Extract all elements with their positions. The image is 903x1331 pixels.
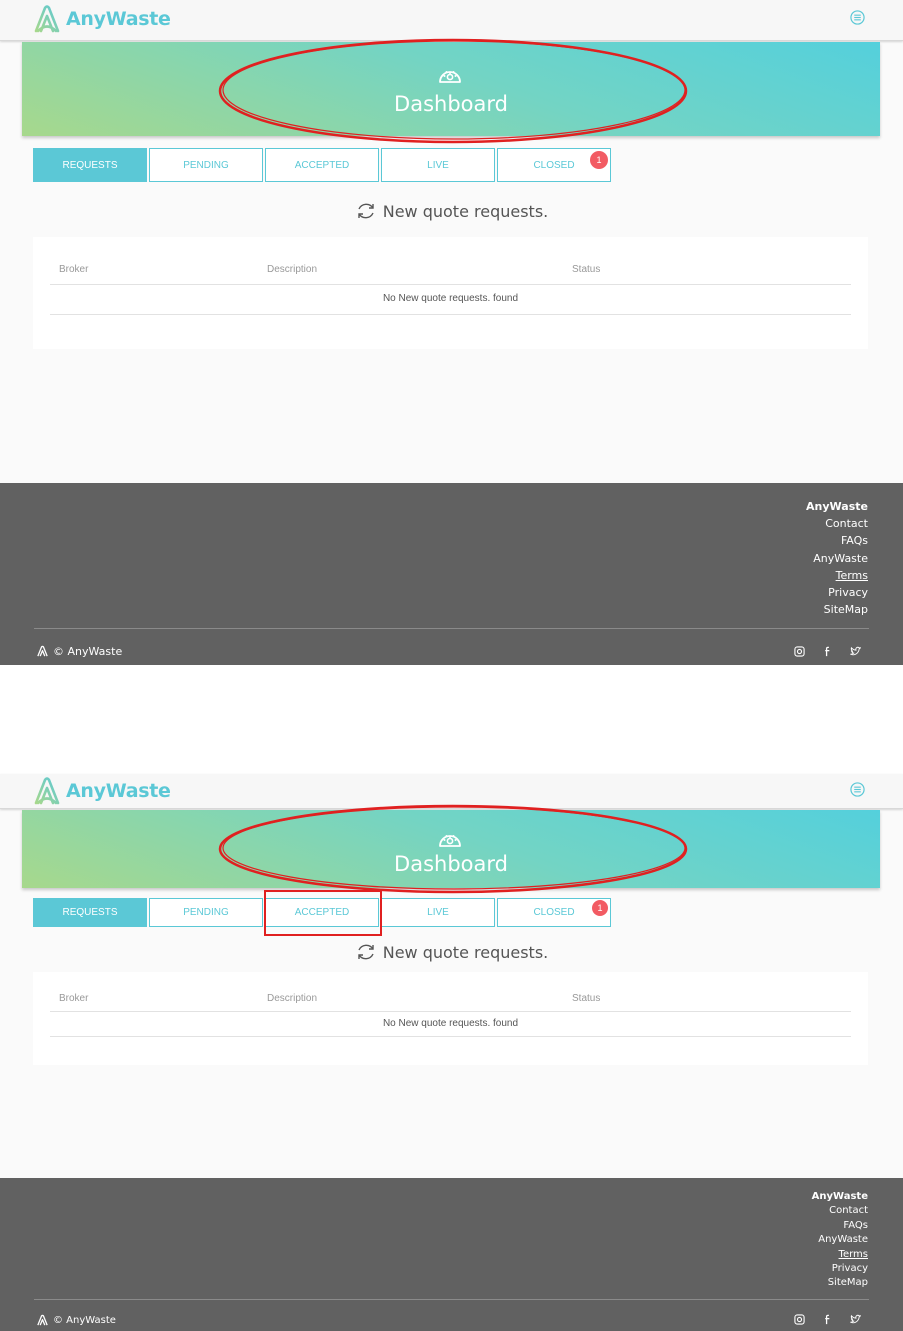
top-navbar: AnyWaste — [0, 774, 903, 809]
anywaste-small-logo-icon — [37, 1314, 48, 1326]
section-heading: New quote requests. — [0, 200, 903, 222]
requests-table-card: Broker Description Status No New quote r… — [33, 972, 868, 1065]
brand-name: AnyWaste — [66, 780, 171, 802]
status-tabs: REQUESTS PENDING ACCEPTED LIVE CLOSED 1 — [33, 148, 613, 182]
closed-count-badge: 1 — [590, 151, 608, 169]
table-header-divider — [50, 284, 851, 285]
twitter-icon[interactable] — [850, 1314, 861, 1325]
page-title: Dashboard — [394, 92, 508, 116]
dashboard-hero-banner: Dashboard — [22, 810, 880, 888]
empty-table-message: No New quote requests. found — [382, 293, 519, 304]
refresh-icon[interactable] — [355, 941, 377, 963]
requests-table-card: Broker Description Status No New quote r… — [33, 237, 868, 349]
footer-link-anywaste[interactable]: AnyWaste — [812, 1190, 868, 1204]
footer-links: AnyWaste Contact FAQs AnyWaste Terms Pri… — [812, 1190, 868, 1291]
anywaste-logo-icon — [34, 5, 60, 33]
tab-live[interactable]: LIVE — [381, 148, 495, 182]
refresh-icon[interactable] — [355, 200, 377, 222]
facebook-icon[interactable] — [822, 646, 833, 657]
tab-closed-label: CLOSED — [533, 159, 575, 171]
footer-link-contact[interactable]: Contact — [812, 1204, 868, 1218]
brand-logo[interactable]: AnyWaste — [32, 4, 171, 34]
tab-requests[interactable]: REQUESTS — [33, 898, 147, 927]
footer-link-sitemap[interactable]: SiteMap — [806, 601, 868, 618]
screenshot-1: AnyWaste Dashboard REQUESTS PENDING ACCE… — [0, 0, 903, 665]
instagram-icon[interactable] — [794, 646, 805, 657]
site-footer: AnyWaste Contact FAQs AnyWaste Terms Pri… — [0, 1178, 903, 1331]
footer-link-terms[interactable]: Terms — [806, 567, 868, 584]
footer-copyright: © AnyWaste — [36, 645, 122, 658]
tab-live[interactable]: LIVE — [381, 898, 495, 927]
speedometer-icon — [439, 835, 461, 847]
anywaste-small-logo-icon — [37, 645, 48, 657]
footer-link-anywaste-2[interactable]: AnyWaste — [806, 550, 868, 567]
footer-divider — [34, 628, 869, 629]
tab-pending[interactable]: PENDING — [149, 148, 263, 182]
tab-closed-label: CLOSED — [533, 907, 575, 918]
footer-link-anywaste[interactable]: AnyWaste — [806, 498, 868, 515]
brand-logo[interactable]: AnyWaste — [32, 776, 171, 806]
table-header-divider — [50, 1011, 851, 1012]
column-header-broker: Broker — [59, 993, 89, 1004]
hamburger-menu-icon[interactable] — [850, 10, 865, 25]
hamburger-menu-icon[interactable] — [850, 782, 865, 797]
table-bottom-divider — [50, 1036, 851, 1037]
instagram-icon[interactable] — [794, 1314, 805, 1325]
column-header-status: Status — [572, 264, 601, 275]
footer-copyright: © AnyWaste — [36, 1314, 116, 1327]
tab-closed[interactable]: CLOSED 1 — [497, 148, 611, 182]
copyright-text: © AnyWaste — [53, 1315, 116, 1326]
column-header-broker: Broker — [59, 264, 89, 275]
column-header-description: Description — [267, 993, 318, 1004]
section-heading: New quote requests. — [0, 941, 903, 963]
tab-accepted[interactable]: ACCEPTED — [265, 148, 379, 182]
tab-closed[interactable]: CLOSED 1 — [497, 898, 611, 927]
footer-link-sitemap[interactable]: SiteMap — [812, 1276, 868, 1290]
footer-divider — [34, 1299, 869, 1300]
tab-accepted[interactable]: ACCEPTED — [265, 898, 379, 927]
footer-link-privacy[interactable]: Privacy — [812, 1262, 868, 1276]
social-links — [777, 646, 861, 657]
anywaste-logo-icon — [34, 777, 60, 805]
site-footer: AnyWaste Contact FAQs AnyWaste Terms Pri… — [0, 483, 903, 665]
footer-link-contact[interactable]: Contact — [806, 515, 868, 532]
brand-name: AnyWaste — [66, 8, 171, 30]
footer-link-privacy[interactable]: Privacy — [806, 584, 868, 601]
footer-link-anywaste-2[interactable]: AnyWaste — [812, 1233, 868, 1247]
closed-count-badge: 1 — [592, 900, 608, 916]
section-title-text: New quote requests. — [382, 942, 549, 962]
copyright-text: © AnyWaste — [53, 645, 123, 658]
top-navbar: AnyWaste — [0, 0, 903, 41]
status-tabs: REQUESTS PENDING ACCEPTED LIVE CLOSED 1 — [33, 898, 613, 927]
footer-link-faqs[interactable]: FAQs — [812, 1219, 868, 1233]
column-header-description: Description — [267, 264, 318, 275]
facebook-icon[interactable] — [822, 1314, 833, 1325]
column-header-status: Status — [572, 993, 601, 1004]
tab-pending[interactable]: PENDING — [149, 898, 263, 927]
footer-link-terms[interactable]: Terms — [812, 1248, 868, 1262]
tab-requests[interactable]: REQUESTS — [33, 148, 147, 182]
speedometer-icon — [439, 71, 461, 83]
footer-link-faqs[interactable]: FAQs — [806, 532, 868, 549]
page-title: Dashboard — [394, 852, 508, 876]
twitter-icon[interactable] — [850, 646, 861, 657]
social-links — [777, 1314, 861, 1325]
section-title-text: New quote requests. — [382, 201, 549, 221]
dashboard-hero-banner: Dashboard — [22, 42, 880, 136]
footer-links: AnyWaste Contact FAQs AnyWaste Terms Pri… — [806, 498, 868, 618]
empty-table-message: No New quote requests. found — [382, 1018, 519, 1029]
table-bottom-divider — [50, 314, 851, 315]
screenshot-2: AnyWaste Dashboard REQUESTS PENDING ACCE… — [0, 774, 903, 1331]
